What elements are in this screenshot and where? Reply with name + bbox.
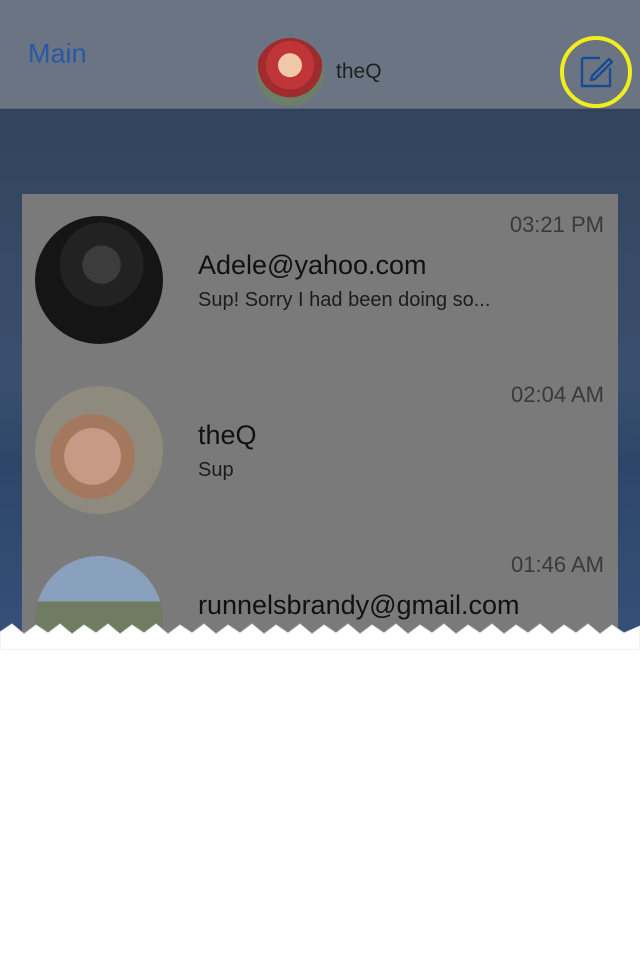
navigation-bar: Main theQ	[0, 0, 640, 109]
contact-name: theQ	[198, 420, 257, 450]
contact-avatar	[35, 216, 163, 344]
conversation-list: 03:21 PM Adele@yahoo.com Sup! Sorry I ha…	[22, 194, 618, 640]
contact-avatar	[35, 386, 163, 514]
conversation-row[interactable]: 03:21 PM Adele@yahoo.com Sup! Sorry I ha…	[22, 194, 618, 364]
message-preview: Sup	[198, 459, 234, 481]
torn-edge	[0, 623, 640, 650]
message-time: 01:46 AM	[511, 552, 604, 577]
compose-button[interactable]	[560, 36, 632, 108]
nav-title: theQ	[336, 60, 382, 83]
message-time: 03:21 PM	[509, 212, 604, 237]
compose-icon	[580, 56, 614, 88]
profile-photo-icon[interactable]	[256, 38, 324, 106]
app-screen: Main theQ 03:21 PM Adele@yahoo.com Sup! …	[0, 0, 640, 640]
contact-name: Adele@yahoo.com	[198, 250, 427, 280]
back-button[interactable]: Main	[28, 39, 87, 70]
message-time: 02:04 AM	[511, 382, 604, 407]
contact-name: runnelsbrandy@gmail.com	[198, 590, 520, 620]
message-preview: Sup! Sorry I had been doing so...	[198, 289, 491, 311]
conversation-row[interactable]: 02:04 AM theQ Sup	[22, 364, 618, 534]
